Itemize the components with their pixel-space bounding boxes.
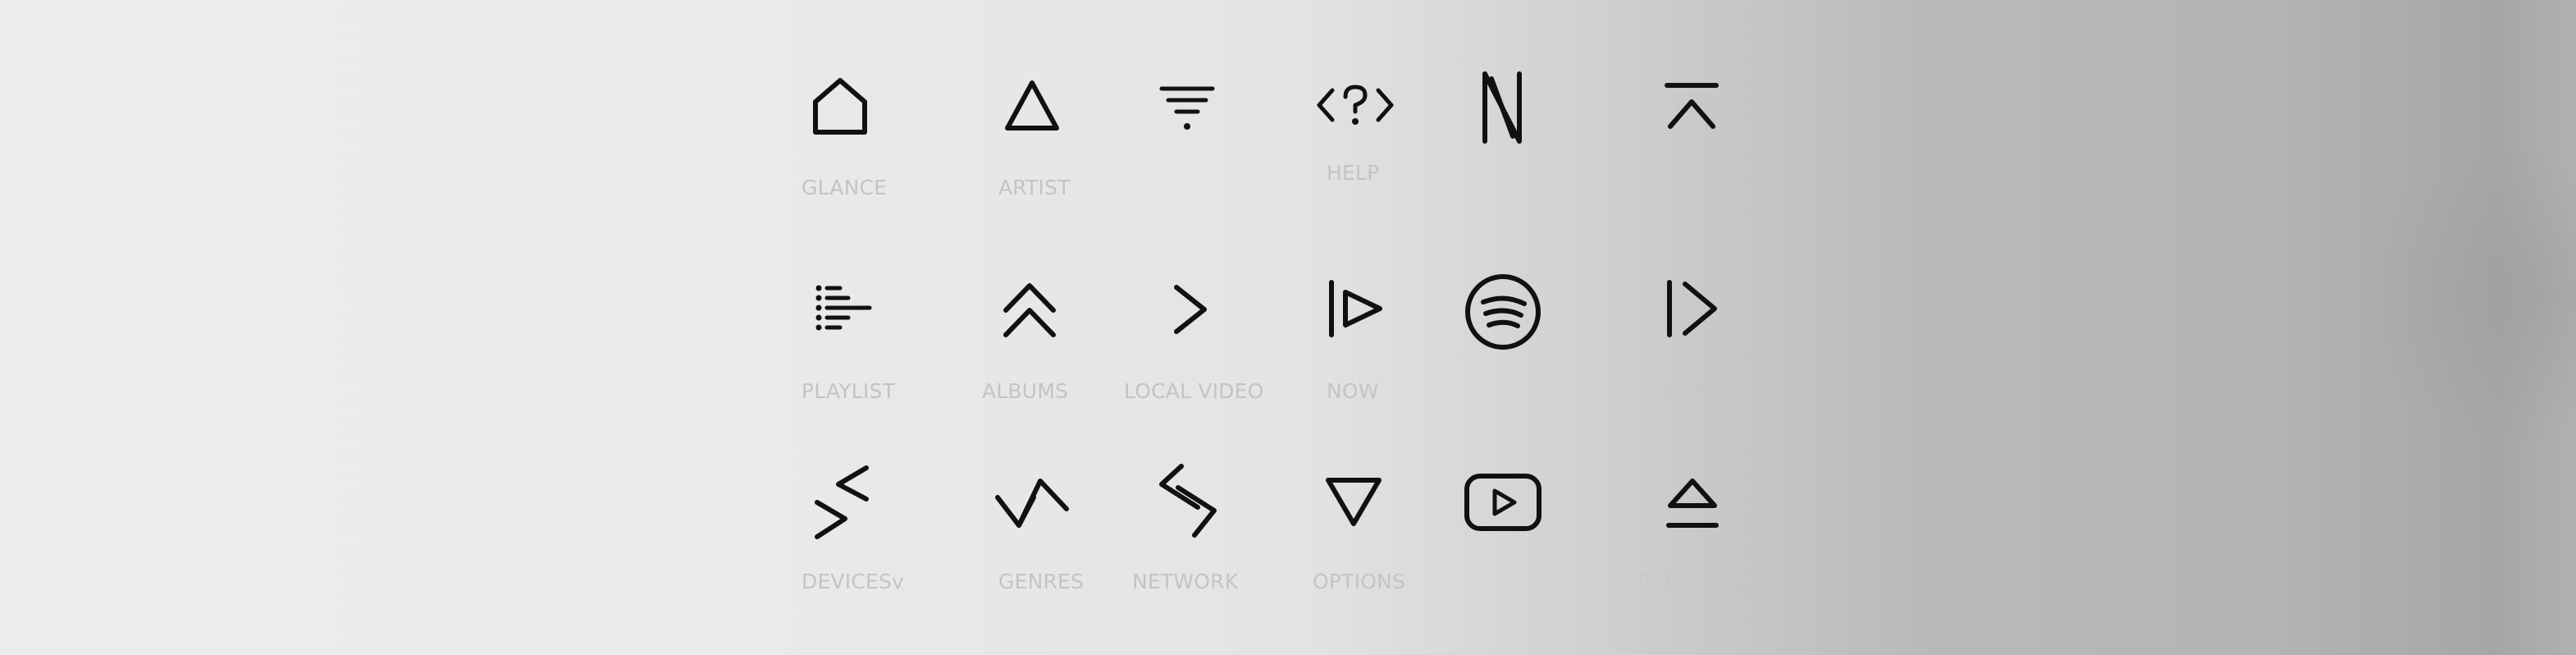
label-artist: ARTIST <box>998 176 1071 199</box>
netflix-icon[interactable] <box>1480 71 1524 144</box>
filter-icon[interactable] <box>1158 85 1216 131</box>
bar-chevron-right-icon[interactable] <box>1665 279 1720 338</box>
label-playba: PLAYBA... <box>1638 379 1737 403</box>
label-help: HELP <box>1327 161 1380 185</box>
double-chevron-up-icon[interactable] <box>1003 281 1057 338</box>
label-now: NOW <box>1327 379 1379 403</box>
label-genres: GENRES <box>998 570 1085 593</box>
network-icon[interactable] <box>1157 463 1219 538</box>
label-network: NETWORK <box>1132 570 1239 593</box>
background-shade <box>0 0 2576 655</box>
icon-grid: GLANCE ARTIST HELP PLAYLIST ALBUMS LOCAL… <box>0 0 2576 655</box>
home-icon[interactable] <box>812 77 868 135</box>
eject-icon[interactable] <box>1664 476 1721 530</box>
label-albums: ALBUMS <box>982 379 1069 403</box>
triangle-up-icon[interactable] <box>1004 79 1060 131</box>
youtube-icon[interactable] <box>1464 473 1542 532</box>
devices-icon[interactable] <box>812 465 871 540</box>
label-options: OPTIONS <box>1313 570 1406 593</box>
chevron-right-icon[interactable] <box>1172 282 1209 337</box>
play-next-icon[interactable] <box>1327 279 1385 338</box>
label-glance: GLANCE <box>802 176 888 199</box>
genres-icon[interactable] <box>994 473 1070 532</box>
triangle-down-icon[interactable] <box>1324 476 1383 527</box>
scroll-top-icon[interactable] <box>1664 82 1720 130</box>
label-playlist: PLAYLIST <box>802 379 896 403</box>
label-devices: DEVICESv <box>802 570 905 593</box>
spotify-icon[interactable] <box>1464 273 1542 351</box>
playlist-lines-icon[interactable] <box>815 284 873 333</box>
label-local-video: LOCAL VIDEO <box>1124 379 1264 403</box>
label-persona: PERSONA... <box>1638 570 1757 593</box>
code-help-icon[interactable] <box>1314 80 1396 130</box>
